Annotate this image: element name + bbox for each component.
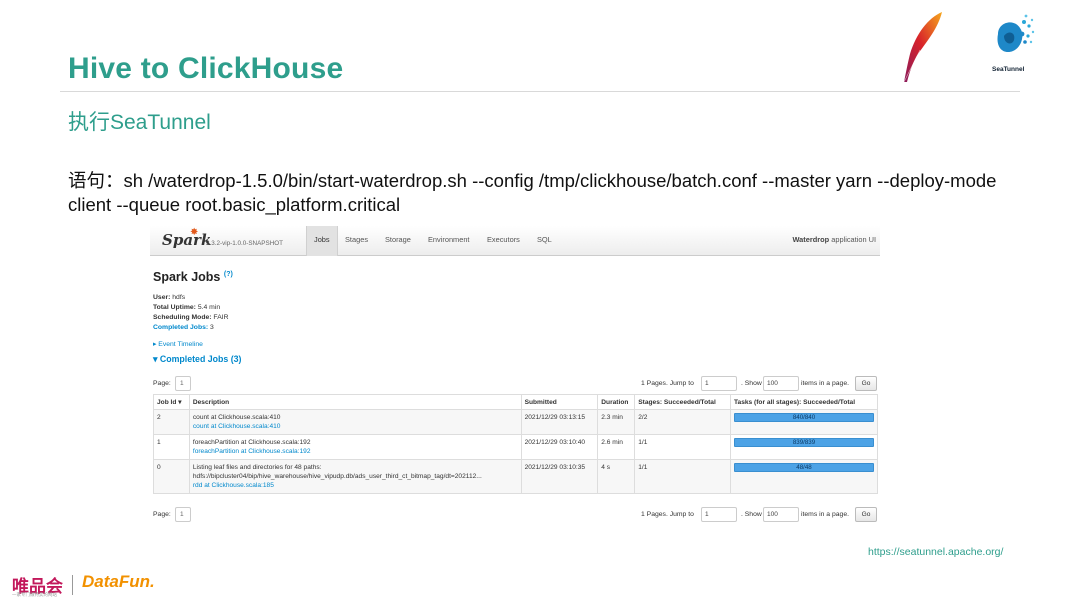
col-submitted[interactable]: Submitted	[520, 394, 599, 410]
completed-jobs-info: Completed Jobs: 3	[153, 324, 214, 331]
command-text: 语句：sh /waterdrop-1.5.0/bin/start-waterdr…	[68, 170, 997, 215]
completed-jobs-link[interactable]: Completed Jobs:	[153, 324, 208, 331]
tasks-progress-bar: 839/839	[734, 438, 874, 447]
col-description[interactable]: Description	[188, 394, 522, 410]
col-duration[interactable]: Duration	[597, 394, 636, 410]
tab-environment[interactable]: Environment	[421, 226, 477, 256]
pagination-bottom: Page: 1 1 Pages. Jump to 1 . Show 100 it…	[153, 507, 877, 523]
datafun-logo: DataFun.	[82, 572, 155, 591]
page-size-input[interactable]: 100	[763, 376, 799, 391]
tasks-progress-bar: 48/48	[734, 463, 874, 472]
seatunnel-url[interactable]: https://seatunnel.apache.org/	[868, 546, 1003, 558]
table-row: 0 Listing leaf files and directories for…	[153, 459, 878, 494]
uptime-info: Total Uptime: 5.4 min	[153, 304, 221, 311]
tab-jobs[interactable]: Jobs	[306, 226, 338, 256]
vip-logo-subtitle: 一家专门做特卖的网站	[12, 592, 57, 597]
spark-version: 2.3.2-vip-1.0.0-SNAPSHOT	[206, 240, 283, 247]
app-name: Waterdrop application UI	[792, 235, 876, 244]
tasks-progress-bar: 840/840	[734, 413, 874, 422]
title-divider	[60, 91, 1020, 92]
completed-jobs-table: Job Id ▾ Description Submitted Duration …	[153, 394, 878, 494]
job-link[interactable]: foreachPartition at Clickhouse.scala:192	[193, 447, 518, 456]
go-button[interactable]: Go	[855, 507, 877, 522]
spark-logo[interactable]: Spark	[162, 231, 211, 249]
scheduling-mode-info: Scheduling Mode: FAIR	[153, 314, 229, 321]
slide-subtitle: 执行SeaTunnel	[68, 111, 211, 134]
spark-star-icon: ✸	[190, 227, 199, 238]
col-stages[interactable]: Stages: Succeeded/Total	[634, 394, 731, 410]
job-link[interactable]: rdd at Clickhouse.scala:185	[193, 481, 518, 490]
tab-storage[interactable]: Storage	[378, 226, 418, 256]
tab-executors[interactable]: Executors	[480, 226, 527, 256]
job-link[interactable]: count at Clickhouse.scala:410	[193, 422, 518, 431]
tab-sql[interactable]: SQL	[530, 226, 559, 256]
slide-title: Hive to ClickHouse	[68, 52, 344, 85]
col-tasks[interactable]: Tasks (for all stages): Succeeded/Total	[730, 394, 878, 410]
go-button[interactable]: Go	[855, 376, 877, 391]
spark-navbar: Spark ✸ 2.3.2-vip-1.0.0-SNAPSHOT Jobs St…	[150, 226, 880, 256]
page-link[interactable]: 1	[175, 507, 191, 522]
jump-to-input[interactable]: 1	[701, 376, 737, 391]
spark-ui-screenshot: Spark ✸ 2.3.2-vip-1.0.0-SNAPSHOT Jobs St…	[150, 226, 880, 528]
jump-to-input[interactable]: 1	[701, 507, 737, 522]
user-info: User: hdfs	[153, 294, 186, 301]
table-row: 2 count at Clickhouse.scala:410 count at …	[153, 409, 878, 435]
page-title: Spark Jobs (?)	[153, 270, 233, 284]
page-link[interactable]: 1	[175, 376, 191, 391]
event-timeline-toggle[interactable]: ▸ Event Timeline	[153, 340, 203, 348]
table-row: 1 foreachPartition at Clickhouse.scala:1…	[153, 434, 878, 460]
seatunnel-logo-text: SeaTunnel	[992, 66, 1025, 73]
help-link[interactable]: (?)	[224, 271, 233, 278]
col-job-id[interactable]: Job Id ▾	[153, 394, 190, 410]
tab-stages[interactable]: Stages	[338, 226, 375, 256]
completed-jobs-toggle[interactable]: ▾ Completed Jobs (3)	[153, 354, 241, 365]
pagination-top: Page: 1 1 Pages. Jump to 1 . Show 100 it…	[153, 376, 877, 392]
apache-feather-icon	[903, 12, 942, 83]
seatunnel-logo-icon	[997, 14, 1035, 52]
page-size-input[interactable]: 100	[763, 507, 799, 522]
footer-divider	[72, 575, 73, 595]
